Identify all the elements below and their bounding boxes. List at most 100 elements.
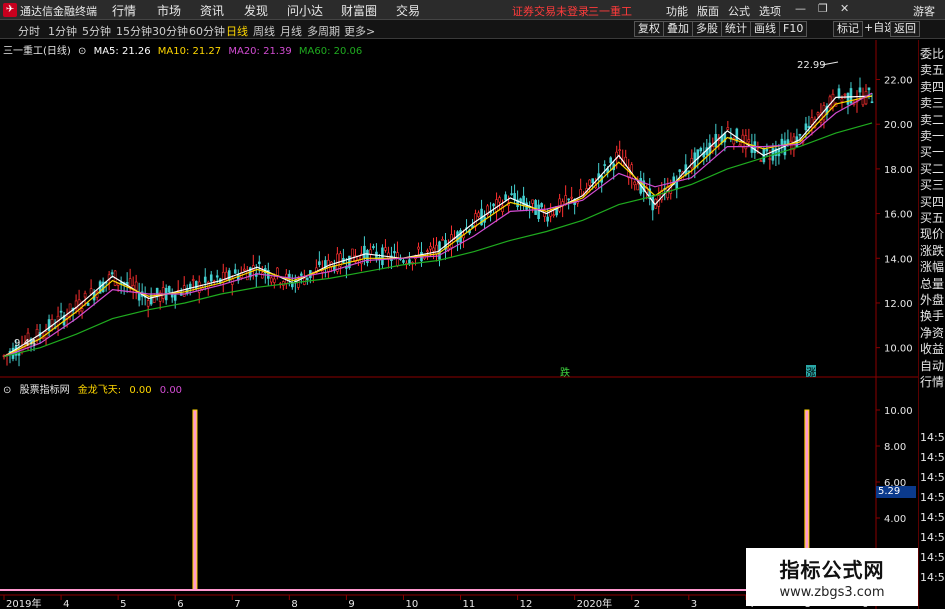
x-tick-label: 4 — [63, 599, 69, 609]
side-time: 14:50 — [920, 431, 945, 444]
candle-body — [495, 199, 498, 212]
ma60-value: MA60: 20.06 — [298, 46, 363, 57]
candle-body — [173, 294, 177, 301]
side-item[interactable]: 买三 — [920, 177, 945, 193]
side-item[interactable]: 卖三 — [920, 95, 945, 111]
candle-body — [134, 281, 138, 291]
marker-zhang: 涨 — [806, 367, 816, 379]
side-item[interactable]: 委比 — [920, 46, 945, 62]
candle-body — [759, 160, 763, 162]
restore-icon[interactable]: ❐ — [818, 2, 828, 15]
candle-body — [837, 88, 841, 98]
candle-body — [531, 199, 534, 204]
x-tick-label: 11 — [463, 599, 476, 609]
side-item[interactable]: 卖二 — [920, 112, 945, 128]
menu-faxian[interactable]: 发现 — [244, 2, 268, 19]
menu-gongshi[interactable]: 公式 — [728, 3, 750, 19]
huaxian-button[interactable]: 画线 — [750, 21, 780, 37]
candle-body — [567, 198, 570, 201]
indicator-name: 股票指标网 — [19, 385, 70, 396]
side-item[interactable]: 卖一 — [920, 128, 945, 144]
candle-body — [804, 123, 808, 131]
main-y-tick-label: 22.00 — [884, 76, 913, 87]
biaoji-button[interactable]: 标记 — [833, 21, 863, 37]
side-item[interactable]: 涨跌 — [920, 243, 945, 259]
menu-xuanxiang[interactable]: 选项 — [759, 3, 781, 19]
candle-body — [59, 310, 63, 313]
side-item[interactable]: 净资 — [920, 325, 945, 341]
side-item[interactable]: 买四 — [920, 194, 945, 210]
fuquan-button[interactable]: 复权 — [634, 21, 664, 37]
side-time: 14:50 — [920, 471, 945, 484]
period-1min[interactable]: 1分钟 — [48, 23, 77, 39]
diejia-button[interactable]: 叠加 — [663, 21, 693, 37]
tongji-button[interactable]: 统计 — [721, 21, 751, 37]
menu-jiaoyi[interactable]: 交易 — [396, 2, 420, 19]
side-item[interactable]: 现价 — [920, 226, 945, 242]
candle-body — [417, 246, 420, 250]
side-item[interactable]: 买五 — [920, 210, 945, 226]
side-item[interactable]: 行情 — [920, 374, 945, 390]
side-item[interactable]: 收益 — [920, 341, 945, 357]
chart-background — [0, 40, 876, 609]
candle-body — [867, 87, 871, 91]
side-item[interactable]: 买二 — [920, 161, 945, 177]
period-daily[interactable]: 日线 — [226, 23, 248, 39]
candle-body — [747, 139, 751, 143]
candle-body — [816, 112, 820, 116]
menu-shichang[interactable]: 市场 — [157, 2, 181, 19]
candle-body — [215, 275, 219, 278]
settings-icon[interactable]: ⊙ — [78, 46, 86, 57]
side-item[interactable]: 卖四 — [920, 79, 945, 95]
minimize-icon[interactable]: — — [795, 2, 806, 15]
back-button[interactable]: 返回 — [890, 21, 920, 37]
period-monthly[interactable]: 月线 — [280, 23, 302, 39]
menu-zixun[interactable]: 资讯 — [200, 2, 224, 19]
period-weekly[interactable]: 周线 — [253, 23, 275, 39]
menu-caifuquan[interactable]: 财富圈 — [341, 2, 377, 19]
candle-body — [384, 247, 387, 251]
period-more[interactable]: 更多> — [344, 23, 375, 39]
candle-body — [227, 270, 231, 281]
side-item[interactable]: 买一 — [920, 144, 945, 160]
side-time: 14:50 — [920, 571, 945, 584]
side-item[interactable]: 自动 — [920, 358, 945, 374]
candle-body — [765, 148, 769, 152]
candle-body — [276, 267, 279, 276]
period-multi[interactable]: 多周期 — [307, 23, 340, 39]
f10-button[interactable]: F10 — [779, 21, 808, 37]
candle-body — [191, 279, 195, 281]
candle-body — [492, 203, 495, 207]
candle-body — [260, 272, 264, 279]
period-60min[interactable]: 60分钟 — [189, 23, 225, 39]
app-logo-icon: ✈ — [3, 3, 17, 17]
candle-body — [441, 239, 444, 241]
menu-banmian[interactable]: 版面 — [697, 3, 719, 19]
menu-hangqing[interactable]: 行情 — [112, 2, 136, 19]
close-icon[interactable]: ✕ — [840, 2, 849, 15]
candle-body — [798, 133, 802, 136]
duogu-button[interactable]: 多股 — [692, 21, 722, 37]
kline-chart[interactable]: 22.0020.0018.0016.0014.0012.0010.00 10.0… — [0, 40, 918, 609]
side-item[interactable]: 卖五 — [920, 62, 945, 78]
side-item[interactable]: 总量 — [920, 276, 945, 292]
period-5min[interactable]: 5分钟 — [82, 23, 111, 39]
chart-title: 三一重工(日线) — [3, 46, 71, 57]
period-fenshi[interactable]: 分时 — [18, 23, 40, 39]
period-30min[interactable]: 30分钟 — [152, 23, 188, 39]
side-item[interactable]: 换手 — [920, 308, 945, 324]
menu-wenxiaoda[interactable]: 问小达 — [287, 2, 323, 19]
menu-gongneng[interactable]: 功能 — [666, 3, 688, 19]
period-15min[interactable]: 15分钟 — [116, 23, 152, 39]
candle-body — [167, 286, 171, 293]
side-item[interactable]: 外盘 — [920, 292, 945, 308]
ma20-value: MA20: 21.39 — [228, 46, 292, 57]
candle-body — [534, 200, 537, 215]
guest-button[interactable]: 游客 — [913, 3, 935, 19]
trade-login-status[interactable]: 证券交易未登录 — [512, 3, 589, 19]
candle-body — [137, 293, 141, 301]
indicator-settings-icon[interactable]: ⊙ — [3, 385, 11, 396]
candle-body — [783, 140, 787, 156]
side-item[interactable]: 涨幅 — [920, 259, 945, 275]
candle-body — [429, 246, 432, 250]
